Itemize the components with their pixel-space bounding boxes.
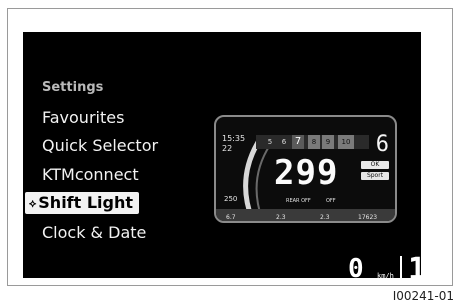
menu-title: Settings xyxy=(42,80,104,95)
odometer-value: 17623 xyxy=(358,214,378,221)
gear-indicator: 6 xyxy=(375,132,389,157)
dashboard-screen: Settings Favourites Quick Selector KTMco… xyxy=(23,32,426,287)
menu-item-clock-date[interactable]: Clock & Date xyxy=(42,223,146,242)
rpm-segment: 7 xyxy=(292,135,304,149)
rpm-segment: 5 xyxy=(267,138,273,146)
rpm-segment: 9 xyxy=(322,135,334,149)
menu-item-favourites[interactable]: Favourites xyxy=(42,108,124,127)
status-divider xyxy=(400,256,402,280)
trip-value: 2.3 xyxy=(276,214,286,221)
speed-unit: km/h xyxy=(377,272,394,280)
menu-item-ktmconnect[interactable]: KTMconnect xyxy=(42,165,139,184)
mtc-label: OFF xyxy=(326,198,336,204)
menu-item-shift-light[interactable]: ⟡ Shift Light xyxy=(25,192,140,214)
menu-item-quick-selector[interactable]: Quick Selector xyxy=(42,136,158,155)
rpm-segment: 6 xyxy=(281,138,287,146)
abs-label: REAR OFF xyxy=(286,198,311,204)
rpm-segment: 8 xyxy=(308,135,320,149)
trip-value: 6.7 xyxy=(226,214,236,221)
mode-chip: Sport xyxy=(361,172,389,180)
menu-item-label: Shift Light xyxy=(38,193,134,212)
fuel-readout: 250 xyxy=(224,195,238,203)
clock-readout: 15:35 xyxy=(222,134,246,143)
figure-caption: I00241-01 xyxy=(392,289,454,303)
status-chip: OK xyxy=(361,161,389,169)
speed-value: 0 xyxy=(348,254,364,284)
rpm-segment: 10 xyxy=(338,135,354,149)
speed-readout: 299 xyxy=(274,153,339,193)
arrow-marker-icon: ⟡ xyxy=(29,197,37,210)
dashboard-preview: 15:35 22 5 6 7 8 9 10 6 299 OK Sport 250… xyxy=(214,115,397,223)
gear-status: 1 xyxy=(408,252,427,287)
trip-value: 2.3 xyxy=(320,214,330,221)
temperature-readout: 22 xyxy=(222,144,233,153)
